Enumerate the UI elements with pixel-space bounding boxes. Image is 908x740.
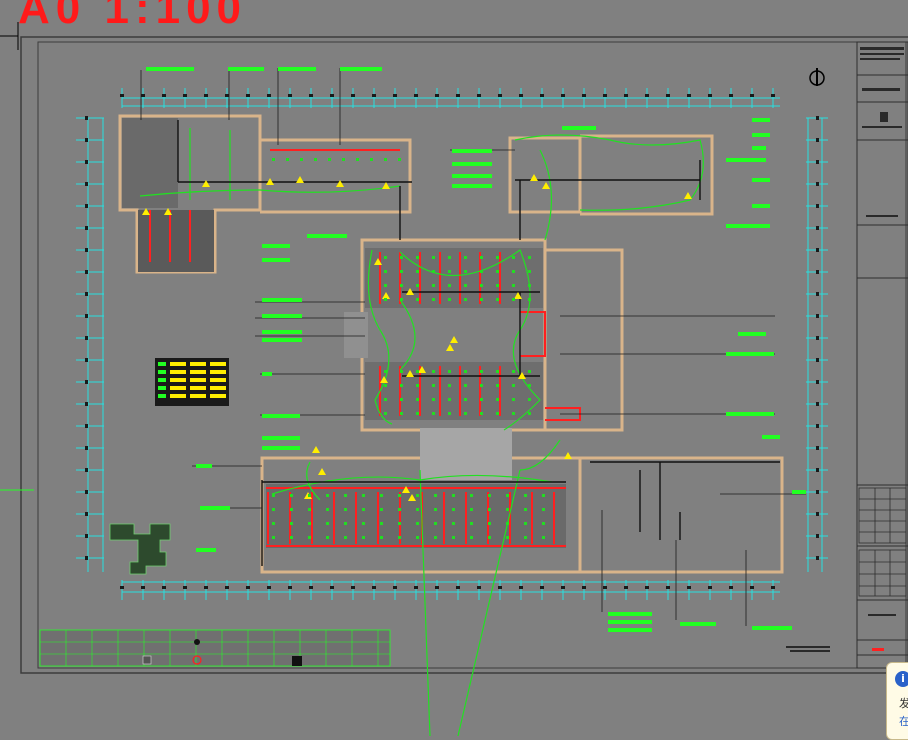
- cad-drawing-canvas[interactable]: [0, 0, 908, 736]
- key-plan: [109, 523, 171, 575]
- drawing-scale-label: A0 1:100: [18, 0, 248, 33]
- tooltip-text-line-1: 发: [899, 697, 908, 710]
- north-arrow-icon: [809, 68, 825, 86]
- symbol-schedule-table: [39, 629, 391, 667]
- info-icon: i: [895, 671, 908, 687]
- legend-table: [155, 358, 229, 406]
- title-block: [856, 41, 908, 669]
- plan-note-marks: [786, 646, 830, 652]
- yellow-device-symbols: [142, 174, 692, 501]
- notification-tooltip[interactable]: i 发 在: [886, 662, 908, 740]
- tooltip-text-line-2[interactable]: 在: [899, 713, 908, 729]
- crosshair-cursor: [0, 22, 19, 50]
